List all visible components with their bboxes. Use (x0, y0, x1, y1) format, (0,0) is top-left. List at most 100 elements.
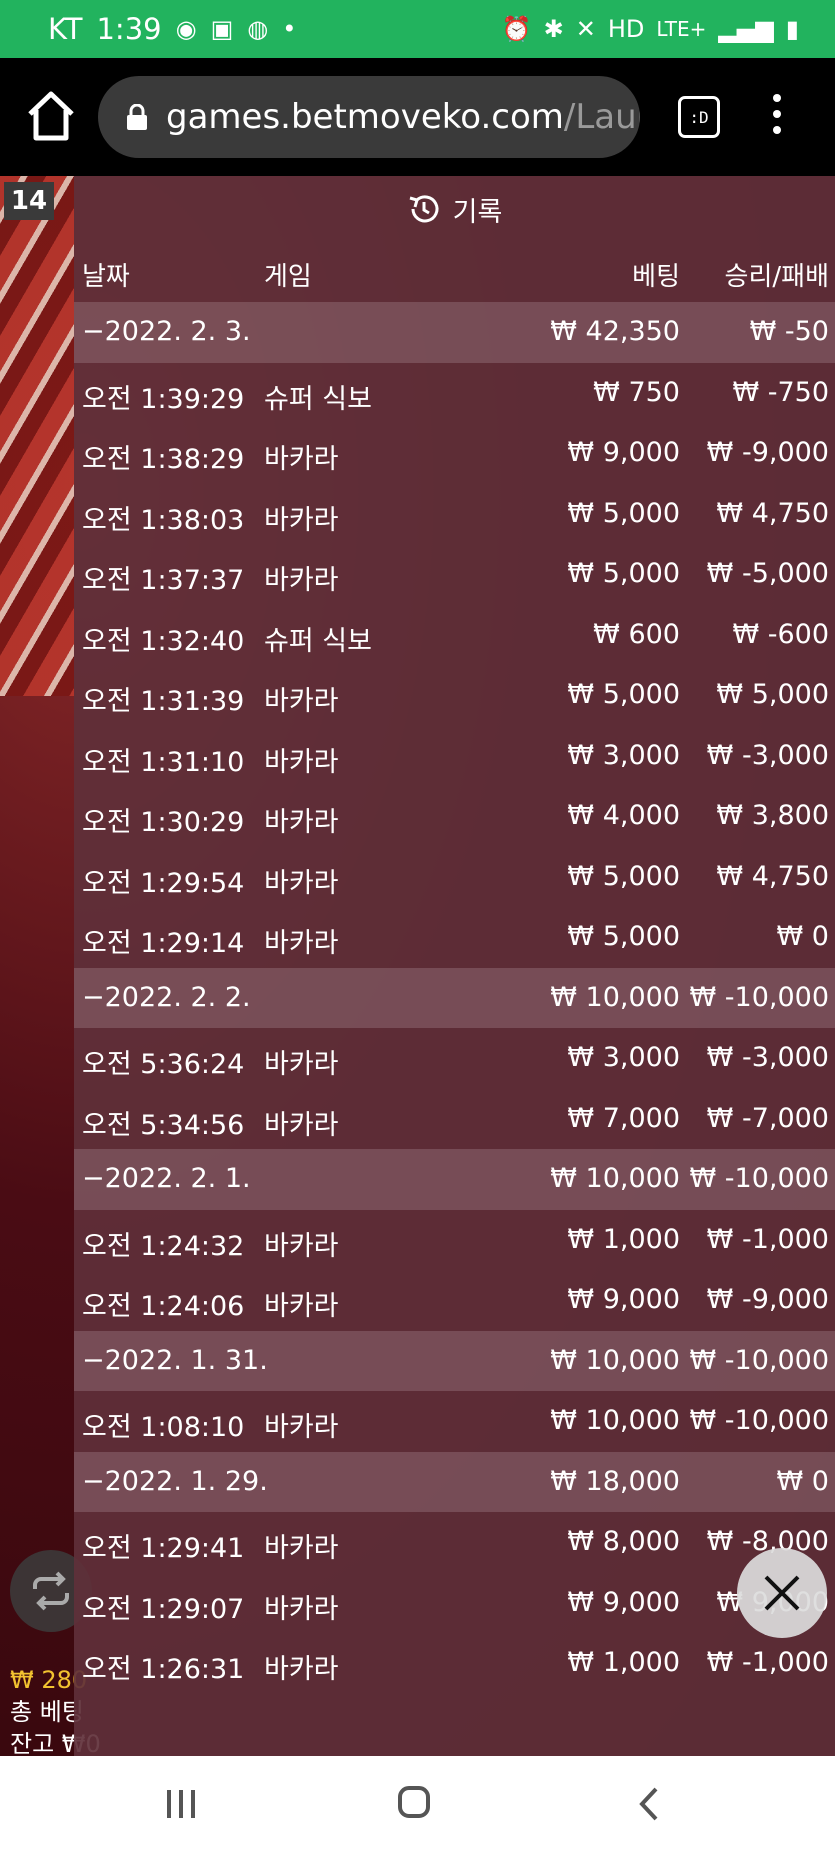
row-date: 오전 1:31:39 (82, 686, 245, 717)
history-row: 오전 1:29:14 바카라 ₩ 5,000 ₩ 0 (74, 907, 835, 968)
mute-icon: ✕ (575, 15, 596, 43)
row-result: ₩ 0 (776, 921, 829, 952)
row-result: ₩ -9,000 (706, 1284, 829, 1315)
close-button[interactable] (737, 1548, 827, 1638)
home-icon[interactable] (24, 86, 78, 146)
row-game: 바카라 (264, 1533, 339, 1564)
hd-call-icon: HD (607, 15, 645, 43)
tab-switcher-button[interactable]: :D (678, 96, 720, 138)
row-bet: ₩ 10,000 (550, 1344, 680, 1376)
row-game: 바카라 (264, 565, 339, 596)
row-date: 오전 1:38:29 (82, 444, 245, 475)
history-date-group: −2022. 1. 31. ₩ 10,000 ₩ -10,000 (74, 1330, 835, 1391)
row-game: 바카라 (264, 807, 339, 838)
row-result: ₩ -10,000 (689, 981, 830, 1013)
row-game: 바카라 (264, 1412, 339, 1443)
system-nav-bar (0, 1756, 835, 1856)
row-game: 바카라 (264, 1291, 339, 1322)
row-game: 슈퍼 식보 (264, 383, 372, 415)
row-result: ₩ -3,000 (706, 739, 829, 771)
row-game: 바카라 (264, 746, 339, 778)
url-text: games.betmoveko.com/Laur (166, 97, 640, 137)
row-result: ₩ -10,000 (689, 1405, 830, 1436)
row-result: ₩ -10,000 (689, 1163, 830, 1194)
panel-header: 기록 (74, 176, 835, 242)
row-game: 슈퍼 식보 (264, 625, 372, 657)
history-icon (409, 195, 439, 223)
messenger-icon: ◍ (247, 15, 269, 43)
row-date: −2022. 2. 1. (82, 1163, 251, 1194)
history-panel: 기록 날짜 게임 베팅 승리/패배 −2022. 2. 3. ₩ 42,350 ₩ … (74, 176, 835, 1756)
history-row: 오전 1:39:29 슈퍼 식보 ₩ 750 ₩ -750 (74, 363, 835, 424)
history-row: 오전 1:30:29 바카라 ₩ 4,000 ₩ 3,800 (74, 786, 835, 847)
table-number-badge: 14 (4, 182, 54, 220)
header-date: 날짜 (82, 262, 130, 292)
browser-toolbar: games.betmoveko.com/Laur :D (0, 58, 835, 176)
row-date: −2022. 2. 3. (82, 316, 251, 347)
row-result: ₩ -1,000 (706, 1647, 829, 1678)
row-date: 오전 5:36:24 (82, 1049, 245, 1080)
history-row: 오전 1:26:31 바카라 ₩ 1,000 ₩ -1,000 (74, 1633, 835, 1694)
history-row: 오전 1:38:29 바카라 ₩ 9,000 ₩ -9,000 (74, 423, 835, 484)
table-header: 날짜 게임 베팅 승리/패배 (74, 242, 835, 302)
history-row: 오전 1:24:32 바카라 ₩ 1,000 ₩ -1,000 (74, 1210, 835, 1271)
row-bet: ₩ 9,000 (567, 1284, 680, 1315)
row-game: 바카라 (264, 867, 339, 899)
row-game: 바카라 (264, 1109, 339, 1141)
row-result: ₩ -750 (732, 376, 829, 408)
history-date-group: −2022. 1. 29. ₩ 18,000 ₩ 0 (74, 1451, 835, 1512)
row-result: ₩ -3,000 (706, 1042, 829, 1073)
row-date: 오전 1:24:06 (82, 1291, 245, 1322)
row-result: ₩ 4,750 (716, 860, 829, 892)
panel-title: 기록 (452, 196, 503, 228)
row-date: 오전 1:31:10 (82, 746, 245, 778)
row-bet: ₩ 4,000 (567, 800, 680, 831)
row-result: ₩ -9,000 (706, 437, 829, 468)
url-host: games.betmoveko.com (166, 97, 564, 137)
row-bet: ₩ 5,000 (567, 497, 680, 529)
history-row: 오전 1:29:41 바카라 ₩ 8,000 ₩ -8,000 (74, 1512, 835, 1573)
url-path: /Laur (563, 97, 640, 137)
row-date: 오전 1:29:41 (82, 1533, 245, 1564)
row-bet: ₩ 18,000 (550, 1465, 680, 1497)
network-type: LTE+ (656, 17, 707, 41)
browser-menu-icon[interactable] (764, 94, 790, 140)
row-bet: ₩ 10,000 (550, 981, 680, 1013)
row-bet: ₩ 750 (593, 376, 680, 408)
row-result: ₩ 0 (776, 1465, 829, 1497)
row-result: ₩ -5,000 (706, 558, 829, 589)
history-row: 오전 1:31:39 바카라 ₩ 5,000 ₩ 5,000 (74, 665, 835, 726)
row-game: 바카라 (264, 928, 339, 959)
repeat-icon (33, 1571, 69, 1611)
row-result: ₩ 3,800 (716, 800, 829, 831)
row-game: 바카라 (264, 444, 339, 475)
recent-apps-icon[interactable] (164, 1788, 198, 1820)
alarm-icon: ⏰ (501, 15, 532, 43)
row-bet: ₩ 600 (593, 618, 680, 650)
row-bet: ₩ 5,000 (567, 558, 680, 589)
close-icon (764, 1575, 800, 1611)
row-date: 오전 1:38:03 (82, 504, 245, 536)
row-date: 오전 1:29:07 (82, 1593, 245, 1625)
history-row: 오전 1:29:54 바카라 ₩ 5,000 ₩ 4,750 (74, 847, 835, 908)
row-result: ₩ 4,750 (716, 497, 829, 529)
row-bet: ₩ 5,000 (567, 679, 680, 710)
row-bet: ₩ 1,000 (567, 1647, 680, 1678)
battery-icon: ▮ (785, 15, 799, 43)
row-date: 오전 1:24:32 (82, 1230, 245, 1262)
history-row: 오전 5:36:24 바카라 ₩ 3,000 ₩ -3,000 (74, 1028, 835, 1089)
address-bar[interactable]: games.betmoveko.com/Laur (98, 76, 640, 158)
row-bet: ₩ 42,350 (550, 316, 680, 347)
history-row: 오전 1:38:03 바카라 ₩ 5,000 ₩ 4,750 (74, 484, 835, 545)
row-game: 바카라 (264, 1049, 339, 1080)
row-bet: ₩ 5,000 (567, 860, 680, 892)
nav-home-icon[interactable] (398, 1786, 430, 1818)
lock-icon (127, 104, 147, 130)
row-bet: ₩ 10,000 (550, 1405, 680, 1436)
row-result: ₩ -1,000 (706, 1223, 829, 1255)
back-icon[interactable] (638, 1786, 660, 1822)
row-result: ₩ -10,000 (689, 1344, 830, 1376)
row-result: ₩ -50 (749, 316, 829, 347)
row-bet: ₩ 10,000 (550, 1163, 680, 1194)
row-date: 오전 1:37:37 (82, 565, 245, 596)
